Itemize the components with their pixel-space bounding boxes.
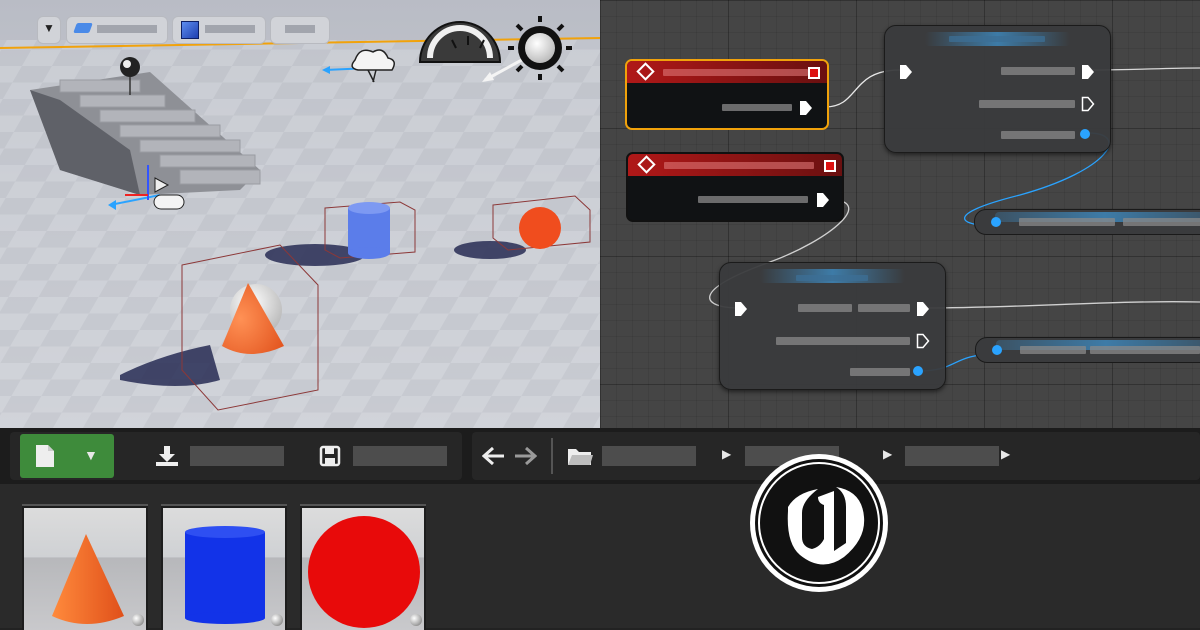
event-node-title [664, 162, 814, 169]
save-all-label [353, 446, 447, 466]
show-label [285, 25, 315, 33]
chevron-down-icon: ▼ [84, 447, 98, 463]
viewport-scene [0, 0, 600, 428]
asset-thumbnail [302, 508, 424, 630]
exec-output-pin[interactable] [916, 301, 930, 317]
exec-output-pin[interactable] [816, 192, 830, 208]
event-output-label [722, 104, 792, 111]
function-node-title [949, 36, 1045, 42]
sphere-thumbnail [308, 516, 420, 628]
cylinder-thumbnail [185, 526, 265, 624]
material-sphere-icon [410, 614, 422, 626]
event-node[interactable] [626, 152, 844, 222]
delegate-pin-icon[interactable] [824, 160, 836, 172]
unreal-engine-logo [750, 454, 888, 592]
asset-thumbnail [163, 508, 285, 630]
material-sphere-icon [132, 614, 144, 626]
content-browser-assets [0, 454, 1200, 630]
content-browser-toolbar: ▼ ▶ ▶ ▶ [0, 428, 1200, 484]
import-label [190, 446, 284, 466]
add-new-button[interactable]: ▼ [20, 434, 114, 478]
path-segment-3[interactable] [905, 446, 999, 466]
path-segment-1[interactable] [602, 446, 696, 466]
chevron-down-icon: ▼ [43, 21, 55, 35]
function-return-label [850, 368, 910, 376]
function-output-label [1001, 67, 1075, 75]
arrow-left-icon[interactable] [482, 446, 506, 466]
variable-get-node[interactable] [974, 209, 1200, 235]
show-button[interactable] [270, 16, 330, 44]
exec-input-pin[interactable] [899, 64, 913, 80]
blueprint-graph[interactable] [600, 0, 1200, 428]
cone-thumbnail [52, 534, 124, 624]
function-output-label [776, 337, 910, 345]
function-node-title [796, 275, 868, 281]
function-input-label [798, 304, 852, 312]
brush-icon [73, 23, 93, 33]
event-node-selected[interactable] [625, 59, 829, 130]
breadcrumb-arrow-icon[interactable]: ▶ [722, 447, 731, 461]
variable-value-label [1090, 346, 1200, 354]
download-icon [156, 446, 178, 466]
perspective-label [97, 25, 157, 33]
material-sphere-icon [271, 614, 283, 626]
function-output-label [979, 100, 1075, 108]
toolbar-separator [551, 438, 553, 474]
variable-get-node[interactable] [975, 337, 1200, 363]
breadcrumb-arrow-icon[interactable]: ▶ [1001, 447, 1010, 461]
delegate-pin-icon[interactable] [808, 67, 820, 79]
data-output-pin[interactable] [1080, 129, 1090, 139]
function-node[interactable] [719, 262, 946, 390]
lit-label [205, 25, 255, 33]
save-all-button[interactable] [315, 440, 455, 472]
save-icon [319, 445, 341, 467]
asset-thumbnail [24, 508, 146, 630]
lit-button[interactable] [172, 16, 266, 44]
data-input-pin[interactable] [991, 217, 1001, 227]
asset-tile-sphere[interactable] [300, 504, 426, 630]
exec-input-pin[interactable] [734, 301, 748, 317]
event-node-title [663, 69, 808, 76]
data-output-pin[interactable] [913, 366, 923, 376]
variable-value-label [1123, 218, 1200, 226]
viewport-options-button[interactable]: ▼ [37, 16, 61, 44]
data-input-pin[interactable] [992, 345, 1002, 355]
exec-output-pin[interactable] [1081, 64, 1095, 80]
variable-name-label [1019, 218, 1115, 226]
file-icon [36, 445, 54, 467]
perspective-button[interactable] [66, 16, 168, 44]
event-output-label [698, 196, 808, 203]
arrow-right-icon[interactable] [513, 446, 537, 466]
exec-output-pin[interactable] [799, 100, 813, 116]
cube-icon [181, 21, 199, 39]
exec-output-pin-unconnected[interactable] [1081, 96, 1095, 112]
level-viewport[interactable]: ▼ [0, 0, 600, 428]
import-button[interactable] [150, 440, 290, 472]
function-output-label [858, 304, 910, 312]
folder-icon[interactable] [566, 445, 594, 467]
function-return-label [1001, 131, 1075, 139]
function-node[interactable] [884, 25, 1111, 153]
asset-tile-cylinder[interactable] [161, 504, 287, 630]
exec-output-pin-unconnected[interactable] [916, 333, 930, 349]
asset-tile-cone[interactable] [22, 504, 148, 630]
variable-name-label [1020, 346, 1086, 354]
